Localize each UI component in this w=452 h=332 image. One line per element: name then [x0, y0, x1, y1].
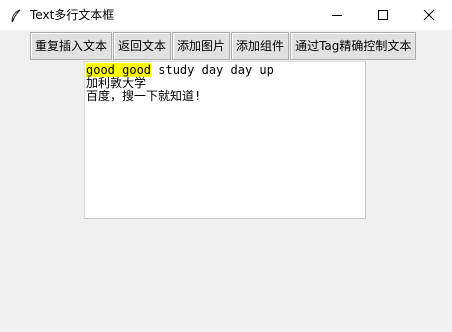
- close-button[interactable]: [406, 0, 452, 30]
- app-window: Text多行文本框 重复插入文本 返回文本 添加图片 添加组件 通过Tag精确控…: [0, 0, 452, 332]
- repeat-insert-text-button[interactable]: 重复插入文本: [30, 32, 113, 60]
- title-bar: Text多行文本框: [0, 0, 452, 30]
- minimize-icon: [332, 15, 342, 16]
- feather-icon: [9, 8, 23, 23]
- return-text-button[interactable]: 返回文本: [113, 32, 172, 60]
- text-line-1-rest: study day day up: [151, 63, 274, 77]
- add-widget-button[interactable]: 添加组件: [231, 32, 290, 60]
- toolbar: 重复插入文本 返回文本 添加图片 添加组件 通过Tag精确控制文本: [30, 32, 417, 60]
- maximize-icon: [378, 10, 388, 20]
- tag-control-text-button[interactable]: 通过Tag精确控制文本: [290, 32, 417, 60]
- window-title: Text多行文本框: [30, 8, 115, 22]
- multiline-text-area[interactable]: good good study day day up 加利敦大学 百度，搜一下就…: [84, 61, 366, 219]
- maximize-button[interactable]: [360, 0, 406, 30]
- add-image-button[interactable]: 添加图片: [172, 32, 231, 60]
- close-icon: [423, 9, 435, 21]
- text-line-3: 百度，搜一下就知道!: [86, 89, 202, 103]
- tagged-highlight-text: good good: [86, 63, 152, 77]
- minimize-button[interactable]: [314, 0, 360, 30]
